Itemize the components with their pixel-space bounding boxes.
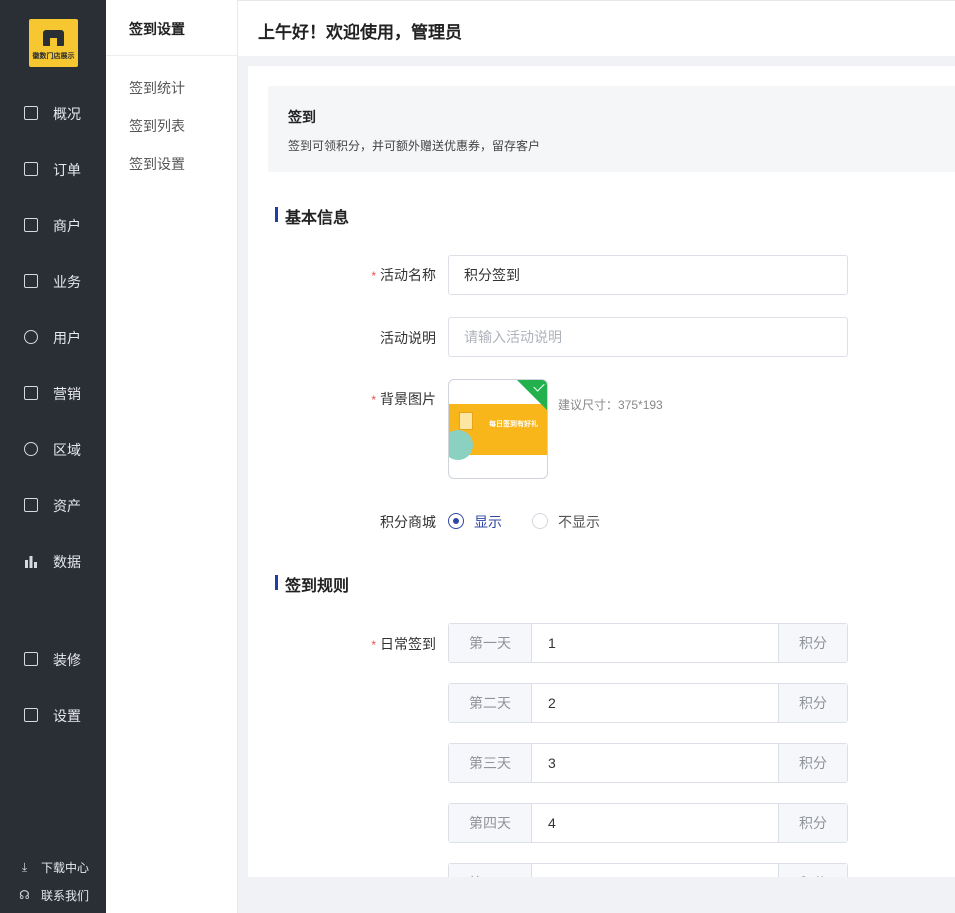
decorative-illustration (459, 412, 473, 430)
activity-desc-label: 活动说明 (380, 330, 436, 346)
sidebar-item-settings[interactable]: 设置 (0, 695, 106, 735)
section-title-rules: 签到规则 (275, 572, 349, 596)
sidebar-item-region[interactable]: 区域 (0, 429, 106, 469)
points-suffix: 积分 (778, 864, 847, 877)
greeting-text: 上午好！欢迎使用，管理员 (258, 23, 462, 42)
sidebar-item-label: 用户 (53, 330, 81, 346)
download-icon: ⤓ (21, 860, 28, 874)
sidebar-item-label: 装修 (53, 652, 81, 668)
activity-desc-input[interactable]: 请输入活动说明 (448, 317, 848, 357)
sidebar-item-data[interactable]: 数据 (0, 541, 106, 581)
banner-text: 每日签到有好礼 (489, 421, 538, 428)
top-header: 上午好！欢迎使用，管理员 (238, 0, 955, 56)
secondary-nav: 签到设置 签到统计 签到列表 签到设置 (106, 0, 238, 913)
points-value[interactable]: 4 (548, 804, 556, 842)
sidebar-item-merchants[interactable]: 商户 (0, 205, 106, 245)
sidebar-item-label: 数据 (53, 554, 81, 570)
logo-text: 徽数门店展示 (32, 53, 75, 60)
required-mark: * (371, 269, 376, 283)
day-prefix: 第四天 (449, 804, 532, 842)
divider (106, 55, 237, 56)
notice-description: 签到可领积分，并可额外赠送优惠券，留存客户 (288, 139, 541, 153)
day-prefix: 第五天 (449, 864, 532, 877)
sidebar-item-label: 营销 (53, 386, 81, 402)
daily-checkin-label: * 日常签到 (248, 634, 436, 654)
briefcase-icon (24, 274, 38, 288)
day-prefix: 第二天 (449, 684, 532, 722)
sidebar-item-label: 订单 (53, 162, 81, 178)
sidebar-item-orders[interactable]: 订单 (0, 149, 106, 189)
day-2-points-input[interactable]: 第二天 2 积分 (448, 683, 848, 723)
contact-us-label: 联系我们 (41, 889, 90, 903)
tablet-icon (24, 708, 38, 722)
secondary-nav-title: 签到设置 (129, 21, 185, 37)
image-size-hint: 建议尺寸：375*193 (558, 398, 663, 412)
radio-label: 显示 (474, 514, 502, 530)
notice-title: 签到 (288, 109, 316, 125)
background-image-label: * 背景图片 (248, 389, 436, 409)
brand-logo[interactable]: 徽数门店展示 (29, 19, 78, 67)
required-mark: * (371, 638, 376, 652)
label-text: 日常签到 (380, 636, 436, 652)
decorative-shape (449, 430, 473, 460)
tag-icon (24, 386, 38, 400)
sidebar-item-label: 业务 (53, 274, 81, 290)
bar-chart-icon (24, 554, 38, 568)
points-value[interactable]: 3 (548, 744, 556, 782)
label-text: 活动名称 (380, 267, 436, 283)
wallet-icon (24, 498, 38, 512)
day-5-points-input[interactable]: 第五天 积分 (448, 863, 848, 877)
activity-name-input[interactable]: 积分签到 (448, 255, 848, 295)
radio-label: 不显示 (558, 514, 600, 530)
required-mark: * (371, 393, 376, 407)
sidebar-item-label: 概况 (53, 106, 81, 122)
points-mall-label: 积分商城 (380, 514, 436, 530)
radio-unchecked-icon (532, 513, 548, 529)
sidebar-item-label: 商户 (53, 218, 81, 234)
chart-icon (24, 106, 38, 120)
day-1-points-input[interactable]: 第一天 1 积分 (448, 623, 848, 663)
points-suffix: 积分 (778, 744, 847, 782)
database-icon (24, 442, 38, 456)
headset-icon: ☊ (19, 888, 30, 902)
background-image-preview: 每日签到有好礼 (449, 404, 547, 460)
sidebar-item-marketing[interactable]: 营销 (0, 373, 106, 413)
day-prefix: 第一天 (449, 624, 532, 662)
sidebar-item-decoration[interactable]: 装修 (0, 639, 106, 679)
sidebar-item-users[interactable]: 用户 (0, 317, 106, 357)
points-suffix: 积分 (778, 804, 847, 842)
points-suffix: 积分 (778, 624, 847, 662)
points-value[interactable]: 1 (548, 624, 556, 662)
points-suffix: 积分 (778, 684, 847, 722)
shop-icon (24, 652, 38, 666)
section-title-basic: 基本信息 (275, 204, 349, 228)
store-icon (43, 30, 64, 46)
sidebar-item-label: 资产 (53, 498, 81, 514)
subnav-item-statistics[interactable]: 签到统计 (129, 78, 185, 98)
app-root: 徽数门店展示 概况 订单 商户 业务 用户 营销 区域 资产 数据 装修 设置 … (0, 0, 955, 913)
sidebar-item-business[interactable]: 业务 (0, 261, 106, 301)
sidebar-item-assets[interactable]: 资产 (0, 485, 106, 525)
download-center-label: 下载中心 (41, 861, 90, 875)
activity-name-label: * 活动名称 (248, 265, 436, 285)
sidebar-item-label: 区域 (53, 442, 81, 458)
building-icon (24, 218, 38, 232)
sidebar-item-overview[interactable]: 概况 (0, 93, 106, 133)
day-4-points-input[interactable]: 第四天 4 积分 (448, 803, 848, 843)
radio-checked-icon (448, 513, 464, 529)
subnav-item-settings[interactable]: 签到设置 (129, 154, 185, 174)
user-icon (24, 330, 38, 344)
info-notice: 签到 签到可领积分，并可额外赠送优惠券，留存客户 (268, 86, 955, 172)
main-sidebar: 徽数门店展示 概况 订单 商户 业务 用户 营销 区域 资产 数据 装修 设置 … (0, 0, 106, 913)
day-3-points-input[interactable]: 第三天 3 积分 (448, 743, 848, 783)
background-image-upload[interactable]: 每日签到有好礼 (448, 379, 548, 479)
sidebar-item-label: 设置 (53, 708, 81, 724)
label-text: 背景图片 (380, 391, 436, 407)
day-prefix: 第三天 (449, 744, 532, 782)
points-value[interactable]: 2 (548, 684, 556, 722)
main-content: 签到 签到可领积分，并可额外赠送优惠券，留存客户 基本信息 * 活动名称 积分签到… (248, 66, 955, 877)
document-icon (24, 162, 38, 176)
subnav-item-list[interactable]: 签到列表 (129, 116, 185, 136)
